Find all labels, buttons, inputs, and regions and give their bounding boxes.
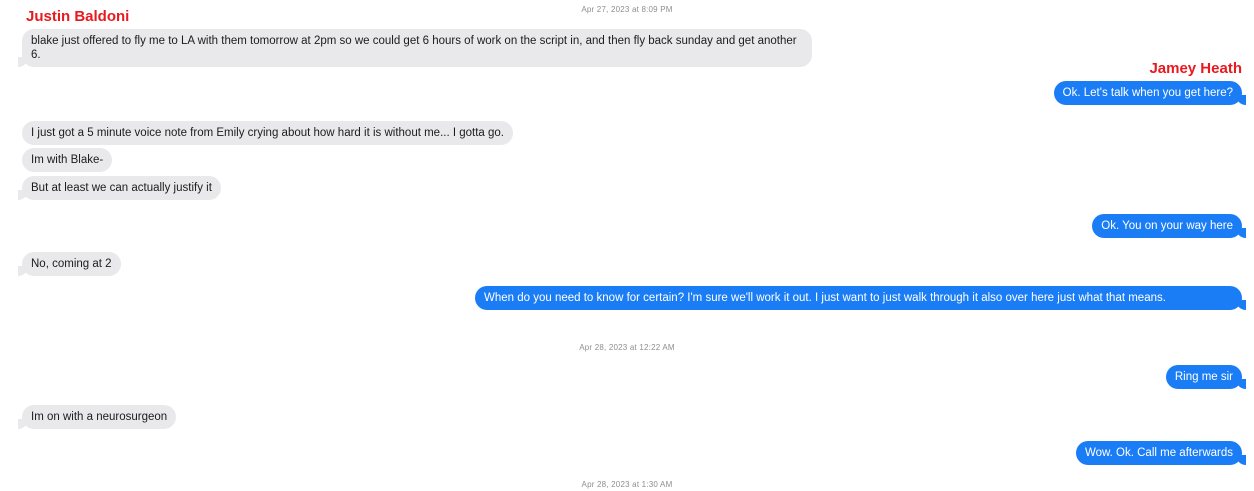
message-bubble-outgoing[interactable]: When do you need to know for certain? I'… [475, 286, 1246, 310]
message-bubble-incoming[interactable]: But at least we can actually justify it [18, 176, 221, 200]
message-bubble-outgoing[interactable]: Ring me sir [1165, 365, 1247, 389]
timestamp: Apr 28, 2023 at 1:30 AM [581, 480, 673, 489]
timestamp: Apr 27, 2023 at 8:09 PM [581, 5, 673, 14]
sender-name-left: Justin Baldoni [26, 8, 130, 25]
timestamp: Apr 28, 2023 at 12:22 AM [579, 343, 675, 352]
message-bubble-outgoing[interactable]: Wow. Ok. Call me afterwards [1075, 441, 1247, 465]
message-bubble-incoming[interactable]: Im on with a neurosurgeon [17, 405, 177, 429]
message-bubble-outgoing[interactable]: Ok. Let's talk when you get here? [1053, 81, 1247, 105]
message-bubble-incoming[interactable]: blake just offered to fly me to LA with … [18, 29, 812, 67]
message-bubble-incoming[interactable]: No, coming at 2 [18, 252, 121, 276]
message-bubble-incoming[interactable]: Im with Blake- [22, 148, 113, 172]
message-bubble-outgoing[interactable]: Ok. You on your way here [1092, 214, 1246, 238]
message-bubble-incoming[interactable]: I just got a 5 minute voice note from Em… [22, 121, 514, 145]
sender-name-right: Jamey Heath [1149, 60, 1242, 77]
